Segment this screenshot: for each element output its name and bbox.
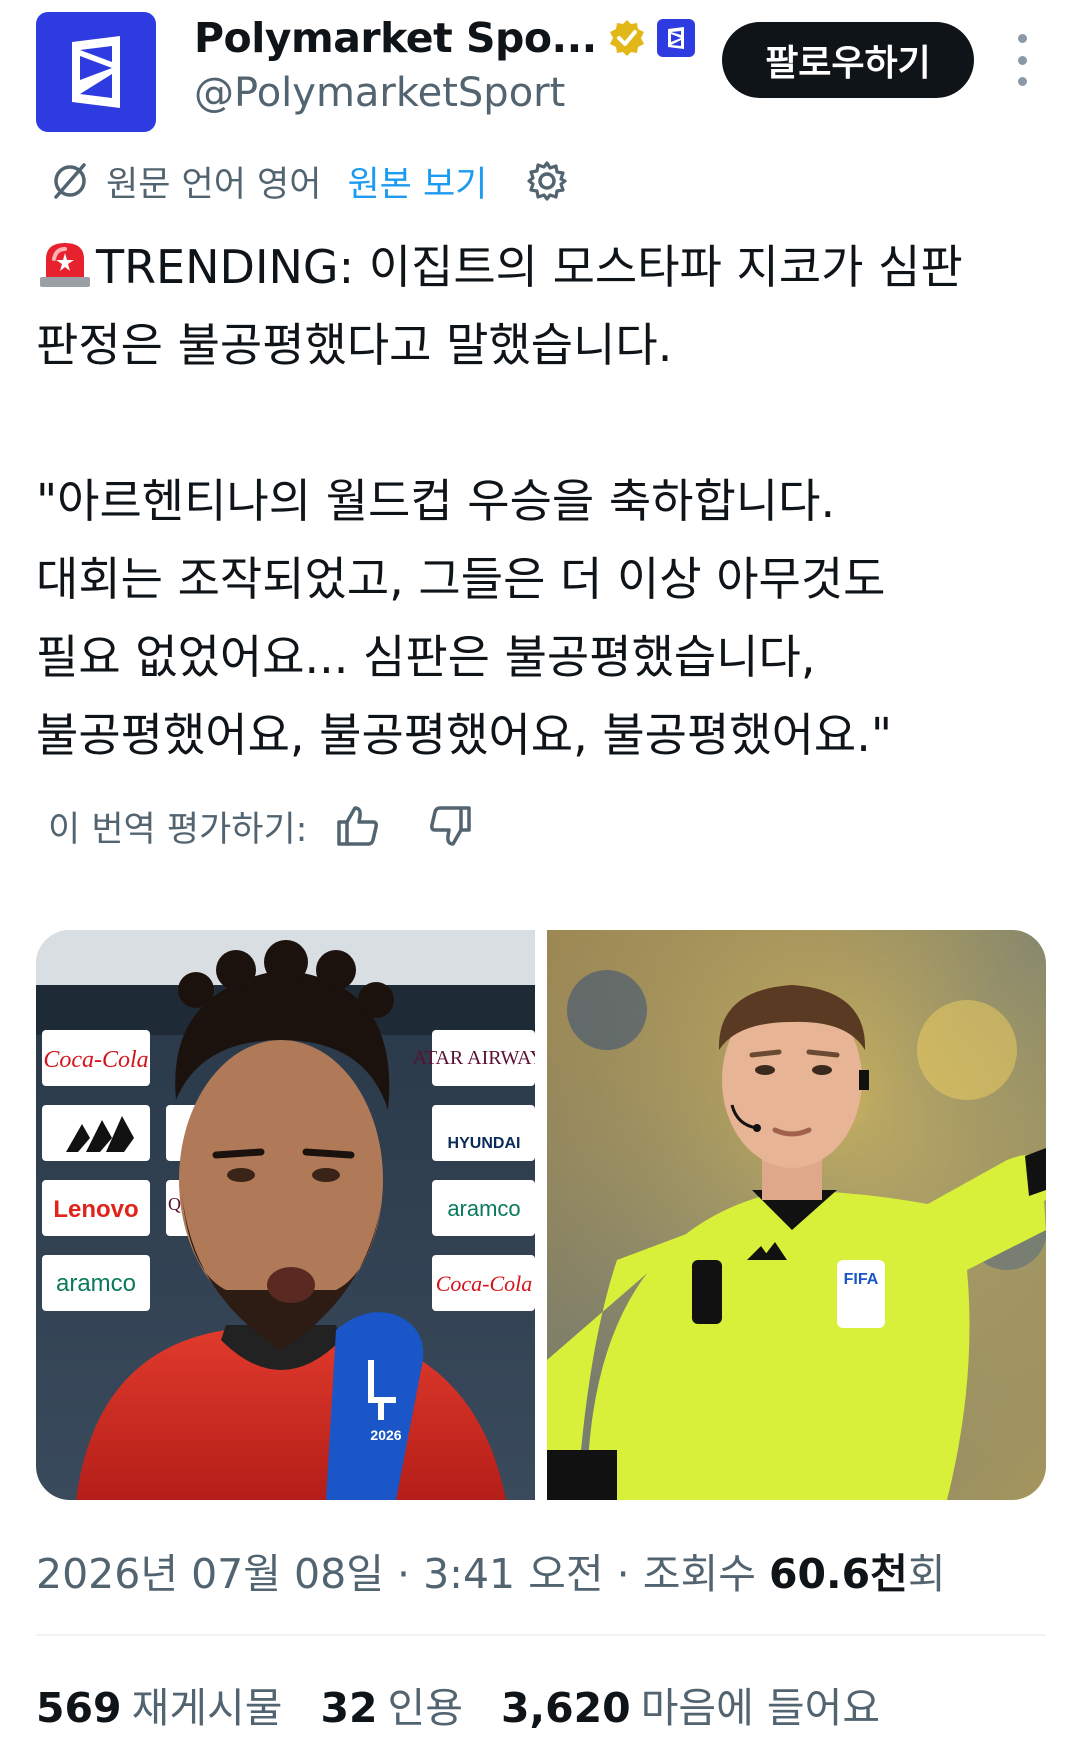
tweet-time[interactable]: 3:41 오전 bbox=[423, 1550, 604, 1598]
tweet-spacer bbox=[36, 384, 1046, 462]
translate-icon bbox=[54, 163, 86, 199]
user-handle[interactable]: @PolymarketSport bbox=[194, 70, 565, 116]
view-original-link[interactable]: 원본 보기 bbox=[347, 156, 487, 207]
referee-fifa-badge: FIFA bbox=[844, 1271, 879, 1288]
translation-bar: 원문 언어 영어 원본 보기 bbox=[48, 156, 569, 206]
views-count: 60.6천 bbox=[768, 1550, 908, 1598]
affiliate-badge-icon[interactable] bbox=[656, 19, 695, 57]
avatar[interactable] bbox=[36, 12, 156, 132]
referee-image: FIFA bbox=[547, 930, 1046, 1500]
divider bbox=[36, 1634, 1046, 1636]
sponsor-qatar-right: ATAR AIRWAYS bbox=[413, 1047, 535, 1069]
quotes-label: 인용 bbox=[387, 1684, 463, 1732]
likes-stat[interactable]: 3,620 마음에 들어요 bbox=[501, 1674, 880, 1734]
source-language: 원문 언어 영어 bbox=[106, 164, 322, 205]
tweet-header: Polymarket Spo... @PolymarketSport 팔로우하기 bbox=[0, 0, 1080, 150]
thumbs-up-icon[interactable] bbox=[333, 802, 381, 850]
quotes-stat[interactable]: 32 인용 bbox=[320, 1674, 463, 1734]
svg-text:2026: 2026 bbox=[370, 1427, 401, 1443]
sponsor-coca-cola-2: Coca-Cola bbox=[436, 1271, 533, 1296]
tweet-line-1-text: TRENDING: 이집트의 모스타파 지코가 심판 bbox=[96, 240, 963, 294]
tweet-line-6: 불공평했어요, 불공평했어요, 불공평했어요." bbox=[36, 708, 893, 762]
polymarket-mini-logo-icon bbox=[667, 27, 684, 49]
meta-separator-2: · bbox=[616, 1550, 630, 1598]
tweet-date[interactable]: 2026년 07월 08일 bbox=[36, 1550, 384, 1598]
sponsor-lenovo: Lenovo bbox=[53, 1196, 138, 1223]
follow-button[interactable]: 팔로우하기 bbox=[722, 22, 974, 98]
photo-referee[interactable]: FIFA bbox=[547, 930, 1046, 1500]
sponsor-aramco-1: aramco bbox=[56, 1270, 136, 1297]
verified-badge-icon bbox=[609, 20, 644, 56]
tweet-stats: 569 재게시물 32 인용 3,620 마음에 들어요 bbox=[36, 1674, 880, 1734]
sponsor-aramco-2: aramco bbox=[447, 1196, 520, 1221]
views-label: 조회수 bbox=[642, 1550, 756, 1598]
tweet-line-3: "아르헨티나의 월드컵 우승을 축하합니다. bbox=[36, 474, 836, 528]
rate-label: 이 번역 평가하기: bbox=[48, 809, 308, 850]
interview-image: Coca-Cola Lenovo aramco QA AIR ATAR AIRW… bbox=[36, 930, 535, 1500]
likes-label: 마음에 들어요 bbox=[640, 1684, 881, 1732]
display-name[interactable]: Polymarket Spo... bbox=[194, 14, 597, 62]
meta-separator-1: · bbox=[396, 1550, 411, 1598]
tweet-line-4: 대회는 조작되었고, 그들은 더 이상 아무것도 bbox=[36, 552, 886, 606]
siren-icon bbox=[40, 243, 90, 287]
name-row: Polymarket Spo... bbox=[194, 14, 695, 62]
tweet-line-2: 판정은 불공평했다고 말했습니다. bbox=[36, 318, 673, 372]
reposts-label: 재게시물 bbox=[131, 1684, 283, 1732]
views-suffix: 회 bbox=[907, 1550, 946, 1598]
more-icon[interactable] bbox=[1004, 34, 1040, 86]
reposts-count: 569 bbox=[36, 1684, 122, 1732]
media-grid: Coca-Cola Lenovo aramco QA AIR ATAR AIRW… bbox=[36, 930, 1046, 1500]
reposts-stat[interactable]: 569 재게시물 bbox=[36, 1674, 282, 1734]
tweet-line-1: TRENDING: 이집트의 모스타파 지코가 심판 bbox=[36, 228, 1046, 306]
rate-translation: 이 번역 평가하기: bbox=[48, 798, 521, 854]
polymarket-logo-icon bbox=[72, 36, 120, 108]
photo-interview[interactable]: Coca-Cola Lenovo aramco QA AIR ATAR AIRW… bbox=[36, 930, 535, 1500]
tweet-meta: 2026년 07월 08일 · 3:41 오전 · 조회수 60.6천회 bbox=[36, 1540, 946, 1600]
sponsor-hyundai: HYUNDAI bbox=[448, 1135, 521, 1152]
tweet-line-5: 필요 없었어요... 심판은 불공평했습니다, bbox=[36, 630, 816, 684]
thumbs-down-icon[interactable] bbox=[427, 802, 475, 850]
gear-icon[interactable] bbox=[525, 159, 569, 203]
sponsor-coca-cola-1: Coca-Cola bbox=[43, 1047, 148, 1073]
quotes-count: 32 bbox=[320, 1684, 378, 1732]
likes-count: 3,620 bbox=[501, 1684, 631, 1732]
tweet-text: TRENDING: 이집트의 모스타파 지코가 심판 판정은 불공평했다고 말했… bbox=[36, 228, 1046, 774]
